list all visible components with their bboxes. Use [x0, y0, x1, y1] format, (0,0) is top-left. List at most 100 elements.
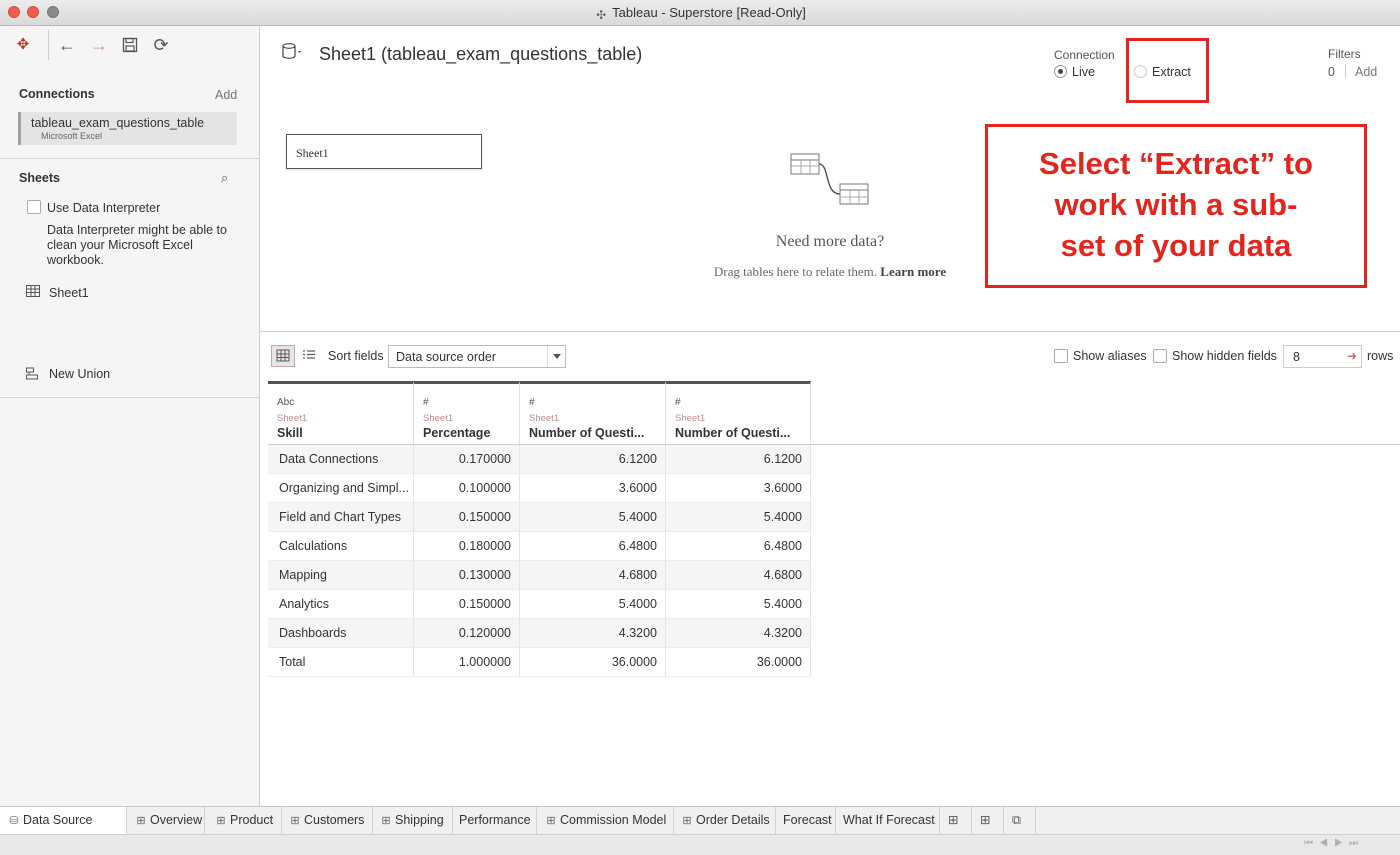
refresh-icon[interactable]: ⟳ — [150, 34, 172, 56]
table-cell: 36.0000 — [666, 648, 811, 677]
list-view-button[interactable] — [298, 345, 322, 367]
grid-divider — [260, 331, 1400, 332]
back-arrow-icon[interactable]: ← — [56, 34, 78, 56]
table-cell: Organizing and Simpl... — [268, 474, 414, 503]
number-type-icon: # — [675, 397, 681, 408]
column-source: Sheet1 — [277, 413, 308, 424]
tab-navigation-arrows[interactable]: ⏮◀▶⏭ — [1304, 838, 1364, 849]
table-cell: Total — [268, 648, 414, 677]
data-interpreter-note: Data Interpreter might be able to clean … — [47, 223, 227, 267]
tab-overview[interactable]: ⊞ Overview — [127, 807, 205, 834]
tab-forecast[interactable]: Forecast — [776, 807, 836, 834]
column-header-skill[interactable]: Abc Sheet1 Skill — [268, 381, 414, 444]
tab-order-details[interactable]: ⊞ Order Details — [674, 807, 776, 834]
learn-more-link[interactable]: Learn more — [880, 264, 946, 279]
grid-icon: ⊞ — [546, 815, 556, 827]
show-hidden-fields-checkbox[interactable] — [1153, 349, 1167, 363]
column-name: Skill — [277, 426, 303, 440]
sort-fields-dropdown[interactable]: Data source order — [388, 345, 566, 368]
table-row: Data Connections 0.170000 6.1200 6.1200 — [268, 445, 811, 474]
divider — [0, 397, 259, 398]
table-cell: 0.130000 — [414, 561, 520, 590]
status-bar: ⏮◀▶⏭ — [0, 834, 1400, 855]
tab-product[interactable]: ⊞ Product — [205, 807, 282, 834]
extract-highlight-box — [1126, 38, 1209, 103]
table-cell: 5.4000 — [666, 590, 811, 619]
column-header-percentage[interactable]: # Sheet1 Percentage — [414, 381, 520, 444]
connection-name: tableau_exam_questions_table — [31, 116, 205, 130]
connection-label: Connection — [1054, 48, 1115, 62]
table-row: Total 1.000000 36.0000 36.0000 — [268, 648, 811, 677]
search-icon[interactable]: ⌕ — [221, 170, 228, 186]
table-row: Mapping 0.130000 4.6800 4.6800 — [268, 561, 811, 590]
new-dashboard-icon[interactable]: ⊞ — [972, 807, 1004, 834]
tab-performance[interactable]: Performance — [453, 807, 537, 834]
table-cell: 6.4800 — [520, 532, 666, 561]
tab-data-source[interactable]: ⛁ Data Source — [0, 807, 127, 834]
table-cell: Data Connections — [268, 445, 414, 474]
table-cell: 4.6800 — [666, 561, 811, 590]
forward-arrow-icon[interactable]: → — [88, 34, 110, 56]
column-name: Percentage — [423, 426, 491, 440]
table-row: Organizing and Simpl... 0.100000 3.6000 … — [268, 474, 811, 503]
relate-tables-icon — [790, 153, 869, 205]
live-radio[interactable] — [1054, 65, 1067, 78]
rows-count-input[interactable]: 8 ➜ — [1283, 345, 1362, 368]
live-label: Live — [1072, 65, 1095, 79]
column-header-questions-2[interactable]: # Sheet1 Number of Questi... — [666, 381, 811, 444]
column-name: Number of Questi... — [675, 426, 791, 440]
table-cell: Analytics — [268, 590, 414, 619]
canvas-sheet-table[interactable]: Sheet1 — [286, 134, 482, 169]
sheet-tab-bar: ⛁ Data Source ⊞ Overview ⊞ Product ⊞ Custome… — [0, 806, 1400, 834]
show-aliases-checkbox[interactable] — [1054, 349, 1068, 363]
table-row: Dashboards 0.120000 4.3200 4.3200 — [268, 619, 811, 648]
use-data-interpreter-checkbox[interactable] — [27, 200, 41, 214]
add-filter-link[interactable]: Add — [1355, 65, 1377, 79]
column-source: Sheet1 — [675, 413, 706, 424]
need-more-data-heading: Need more data? — [775, 233, 885, 250]
left-panel: ✥ ← → ⟳ Connections Add tableau_exam_que… — [0, 26, 260, 806]
connection-item[interactable]: tableau_exam_questions_table Microsoft E… — [18, 112, 237, 145]
sort-fields-label: Sort fields — [328, 349, 384, 363]
table-cell: 0.150000 — [414, 503, 520, 532]
title-bar: ✣ Tableau - Superstore [Read-Only] — [0, 0, 1400, 26]
tab-what-if-forecast[interactable]: What If Forecast — [836, 807, 940, 834]
table-cell: 4.3200 — [520, 619, 666, 648]
column-header-questions-1[interactable]: # Sheet1 Number of Questi... — [520, 381, 666, 444]
sheet-grid-icon — [26, 285, 40, 300]
column-source: Sheet1 — [529, 413, 560, 424]
table-cell: 5.4000 — [520, 503, 666, 532]
filters-count: 0 — [1328, 65, 1335, 79]
tab-shipping[interactable]: ⊞ Shipping — [373, 807, 453, 834]
add-connection-link[interactable]: Add — [215, 88, 237, 102]
save-icon[interactable] — [119, 34, 141, 56]
tableau-logo-icon[interactable]: ✥ — [12, 34, 34, 56]
database-icon: ⛁ — [9, 815, 19, 827]
grid-view-button[interactable] — [271, 345, 295, 367]
new-story-icon[interactable]: ⧉ — [1004, 807, 1036, 834]
table-cell: Field and Chart Types — [268, 503, 414, 532]
table-row: Calculations 0.180000 6.4800 6.4800 — [268, 532, 811, 561]
table-cell: 0.150000 — [414, 590, 520, 619]
table-cell: 5.4000 — [520, 590, 666, 619]
number-type-icon: # — [529, 397, 535, 408]
table-cell: 5.4000 — [666, 503, 811, 532]
new-worksheet-icon[interactable]: ⊞ — [940, 807, 972, 834]
grid-icon: ⊞ — [290, 815, 300, 827]
table-cell: 3.6000 — [666, 474, 811, 503]
grid-icon: ⊞ — [381, 815, 391, 827]
number-type-icon: # — [423, 397, 429, 408]
table-row: Field and Chart Types 0.150000 5.4000 5.… — [268, 503, 811, 532]
arrow-right-icon[interactable]: ➜ — [1347, 349, 1357, 363]
tab-commission-model[interactable]: ⊞ Commission Model — [537, 807, 674, 834]
sheet-item-sheet1[interactable]: Sheet1 — [49, 286, 89, 300]
tab-customers[interactable]: ⊞ Customers — [282, 807, 373, 834]
divider — [0, 158, 259, 159]
new-union-button[interactable]: New Union — [49, 367, 110, 381]
table-cell: 6.1200 — [666, 445, 811, 474]
use-data-interpreter-label: Use Data Interpreter — [47, 201, 161, 215]
drag-tables-hint: Drag tables here to relate them. Learn m… — [713, 264, 947, 279]
table-cell: 0.100000 — [414, 474, 520, 503]
table-cell: 1.000000 — [414, 648, 520, 677]
database-icon[interactable] — [282, 43, 301, 59]
